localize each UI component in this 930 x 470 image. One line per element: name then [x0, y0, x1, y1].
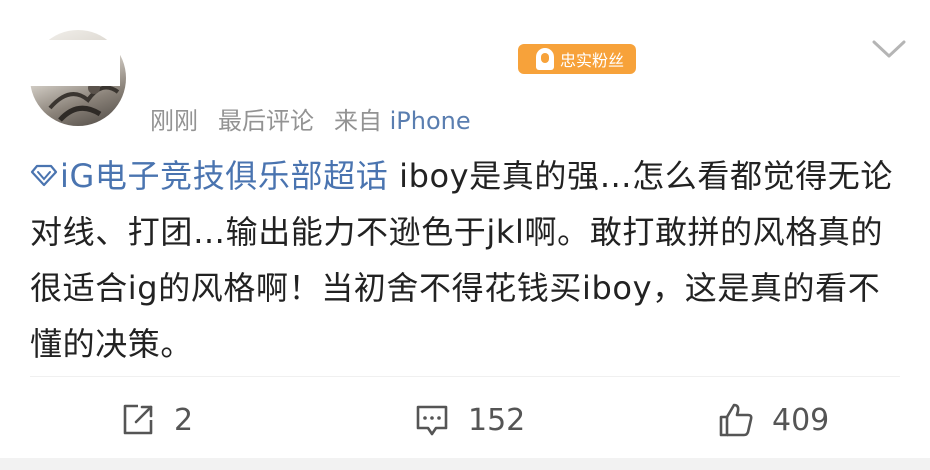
post-meta: 刚刚 最后评论 来自 iPhone [150, 100, 471, 136]
repost-count: 2 [174, 402, 194, 438]
fan-badge-label: 忠实粉丝 [559, 51, 624, 70]
post-time: 刚刚 [150, 106, 198, 135]
username-redaction [30, 40, 120, 86]
post-status: 最后评论 [218, 106, 314, 135]
source-device-link[interactable]: iPhone [390, 107, 471, 135]
bottom-separator [0, 458, 930, 470]
thumbs-up-icon [719, 403, 753, 437]
comment-button[interactable]: 152 [412, 392, 525, 448]
supertopic-name: iG电子竞技俱乐部超话 [60, 157, 389, 195]
divider [30, 376, 900, 377]
supertopic-link[interactable]: iG电子竞技俱乐部超话 [30, 157, 388, 195]
comment-count: 152 [468, 402, 526, 438]
post-source: 来自 iPhone [334, 101, 471, 136]
repost-icon [123, 404, 153, 435]
fan-badge-icon [535, 48, 554, 70]
source-prefix: 来自 [334, 106, 382, 135]
post-content: iG电子竞技俱乐部超话 iboy是真的强…怎么看都觉得无论对线、打团…输出能力不… [30, 148, 910, 372]
supertopic-diamond-icon [30, 164, 58, 187]
like-button[interactable]: 409 [716, 392, 829, 448]
like-count: 409 [772, 402, 830, 438]
comment-icon [416, 405, 448, 436]
fan-badge[interactable]: 忠实粉丝 [518, 44, 636, 74]
chevron-down-icon[interactable] [864, 30, 914, 70]
action-bar: 2 152 409 [0, 392, 930, 448]
repost-button[interactable]: 2 [118, 392, 193, 448]
